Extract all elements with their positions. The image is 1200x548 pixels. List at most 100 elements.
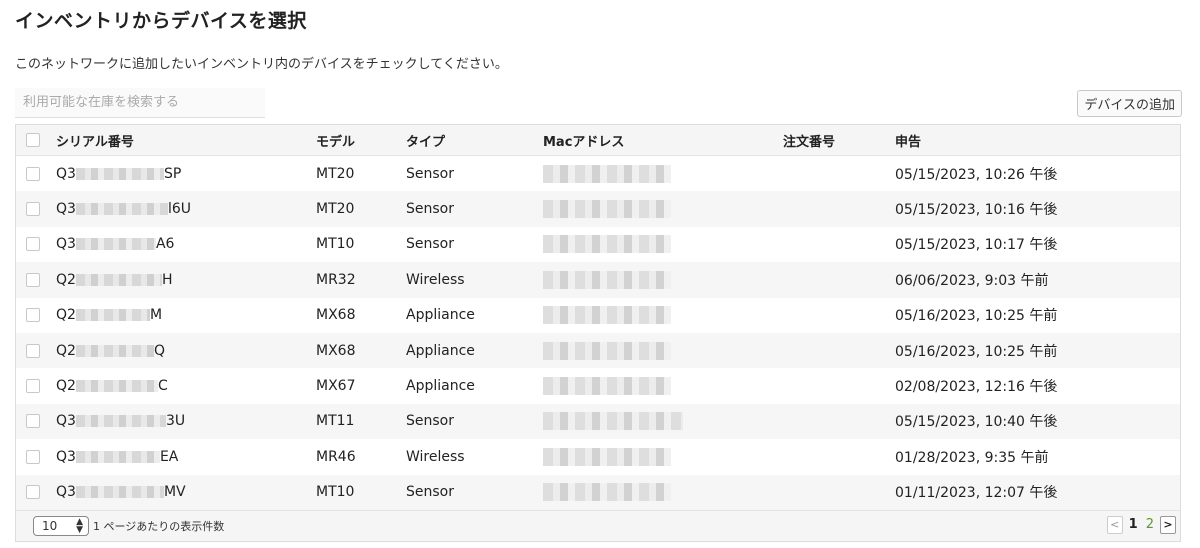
type-cell: Appliance xyxy=(406,378,475,395)
row-checkbox-cell xyxy=(16,272,56,288)
mac-cell xyxy=(543,483,783,502)
header-order-number[interactable]: 注文番号 xyxy=(783,131,895,150)
serial-prefix: Q3 xyxy=(56,201,76,218)
row-checkbox[interactable] xyxy=(26,343,40,358)
row-checkbox-cell xyxy=(16,378,56,394)
model-cell: MT20 xyxy=(316,165,355,182)
row-checkbox[interactable] xyxy=(26,449,40,464)
report-cell: 06/06/2023, 9:03 午前 xyxy=(895,272,1049,289)
table-row[interactable]: Q3 3U MT11 Sensor 05/15/2023, 10:40 午後 xyxy=(16,403,1180,440)
redacted-mac-address xyxy=(543,377,671,396)
serial-suffix: C xyxy=(157,378,168,395)
model-cell: MR32 xyxy=(316,271,356,288)
report-cell: 05/15/2023, 10:17 午後 xyxy=(895,237,1058,254)
table-row[interactable]: Q3 EA MR46 Wireless 01/28/2023, 9:35 午前 xyxy=(16,439,1180,474)
redacted-serial xyxy=(75,450,160,463)
report-cell: 01/28/2023, 9:35 午前 xyxy=(895,449,1049,466)
row-checkbox[interactable] xyxy=(26,272,40,287)
serial-cell: Q2 C xyxy=(56,378,316,394)
mac-cell xyxy=(543,341,783,360)
serial-prefix: Q2 xyxy=(56,307,76,324)
table-row[interactable]: Q2 H MR32 Wireless 06/06/2023, 9:03 午前 xyxy=(16,262,1180,298)
header-serial[interactable]: シリアル番号 xyxy=(56,131,316,150)
row-checkbox[interactable] xyxy=(26,166,40,181)
type-cell: Wireless xyxy=(406,448,465,465)
mac-cell xyxy=(543,270,783,289)
model-cell: MT10 xyxy=(316,484,355,501)
type-cell: Appliance xyxy=(406,307,475,324)
row-checkbox[interactable] xyxy=(26,379,40,394)
model-cell: MT20 xyxy=(316,201,355,218)
type-cell: Sensor xyxy=(406,484,454,501)
row-checkbox[interactable] xyxy=(26,308,40,323)
table-row[interactable]: Q3 l6U MT20 Sensor 05/15/2023, 10:16 午後 xyxy=(16,191,1180,227)
row-checkbox[interactable] xyxy=(26,414,40,429)
serial-prefix: Q3 xyxy=(56,484,76,501)
mac-cell xyxy=(543,200,783,219)
serial-suffix: l6U xyxy=(167,201,191,218)
page-2-link[interactable]: 2 xyxy=(1144,517,1156,532)
header-mac-address[interactable]: Macアドレス xyxy=(543,131,783,150)
serial-suffix: H xyxy=(161,271,173,288)
mac-cell xyxy=(543,164,783,183)
select-all-cell xyxy=(16,133,56,148)
page-1-link[interactable]: 1 xyxy=(1127,517,1140,532)
redacted-mac-address xyxy=(543,235,671,254)
table-row[interactable]: Q2 Q MX68 Appliance 05/16/2023, 10:25 午前 xyxy=(16,332,1180,369)
table-row[interactable]: Q2 M MX68 Appliance 05/16/2023, 10:25 午前 xyxy=(16,298,1180,333)
redacted-serial xyxy=(75,486,164,499)
serial-cell: Q3 l6U xyxy=(56,201,316,217)
add-devices-button[interactable]: デバイスの追加 xyxy=(1077,90,1182,117)
table-footer: 10 ▲ ▼ 1 ページあたりの表示件数 < 1 2 > xyxy=(16,509,1180,541)
serial-suffix: 3U xyxy=(165,413,186,430)
page-subtitle: このネットワークに追加したいインベントリ内のデバイスをチェックしてください。 xyxy=(15,57,508,72)
redacted-serial xyxy=(75,415,166,428)
table-row[interactable]: Q2 C MX67 Appliance 02/08/2023, 12:16 午後 xyxy=(16,368,1180,403)
table-row[interactable]: Q3 SP MT20 Sensor 05/15/2023, 10:26 午後 xyxy=(16,156,1180,191)
row-checkbox[interactable] xyxy=(26,485,40,500)
serial-suffix: Q xyxy=(153,342,165,359)
type-cell: Appliance xyxy=(406,342,475,359)
serial-cell: Q3 SP xyxy=(56,166,316,182)
redacted-mac-address xyxy=(543,341,671,360)
table-row[interactable]: Q3 MV MT10 Sensor 01/11/2023, 12:07 午後 xyxy=(16,474,1180,510)
serial-suffix: EA xyxy=(159,448,179,465)
redacted-serial xyxy=(75,309,150,322)
header-report[interactable]: 申告 xyxy=(895,131,1180,150)
row-checkbox-cell xyxy=(16,201,56,217)
type-cell: Wireless xyxy=(406,271,465,288)
report-cell: 01/11/2023, 12:07 午後 xyxy=(895,485,1058,502)
row-checkbox[interactable] xyxy=(26,202,40,217)
model-cell: MX68 xyxy=(316,307,356,324)
serial-cell: Q3 A6 xyxy=(56,236,316,252)
mac-cell xyxy=(543,377,783,396)
type-cell: Sensor xyxy=(406,236,454,253)
serial-suffix: M xyxy=(149,307,163,324)
chevron-left-icon[interactable]: < xyxy=(1106,515,1123,534)
report-cell: 05/15/2023, 10:26 午後 xyxy=(895,166,1058,183)
serial-cell: Q2 H xyxy=(56,272,316,288)
select-arrows-icon: ▲ ▼ xyxy=(76,516,83,535)
row-checkbox-cell xyxy=(16,413,56,429)
report-cell: 05/15/2023, 10:16 午後 xyxy=(895,202,1058,219)
header-type[interactable]: タイプ xyxy=(406,131,543,150)
select-all-checkbox[interactable] xyxy=(26,133,40,147)
row-checkbox[interactable] xyxy=(26,237,40,252)
page-title: インベントリからデバイスを選択 xyxy=(15,10,307,32)
per-page-select[interactable]: 10 ▲ ▼ xyxy=(33,515,89,536)
table-row[interactable]: Q3 A6 MT10 Sensor 05/15/2023, 10:17 午後 xyxy=(16,227,1180,262)
type-cell: Sensor xyxy=(406,201,454,218)
serial-cell: Q3 3U xyxy=(56,413,316,429)
inventory-search-input[interactable] xyxy=(15,88,265,118)
model-cell: MR46 xyxy=(316,448,356,465)
redacted-mac-address xyxy=(543,164,671,183)
serial-cell: Q3 EA xyxy=(56,449,316,465)
header-model[interactable]: モデル xyxy=(316,131,406,150)
chevron-right-icon[interactable]: > xyxy=(1160,515,1176,534)
report-cell: 05/16/2023, 10:25 午前 xyxy=(895,308,1058,325)
serial-cell: Q3 MV xyxy=(56,484,316,500)
redacted-mac-address xyxy=(543,306,671,325)
report-cell: 02/08/2023, 12:16 午後 xyxy=(895,379,1058,396)
serial-cell: Q2 M xyxy=(56,307,316,323)
mac-cell xyxy=(543,412,783,431)
